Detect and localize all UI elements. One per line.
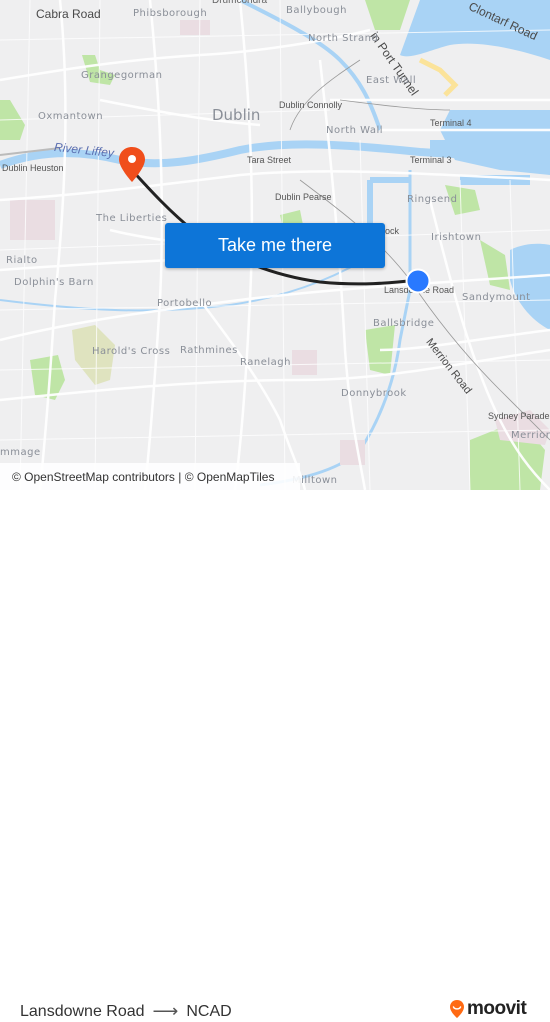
footer: Lansdowne Road ⟶ NCAD moovit — [0, 490, 550, 1021]
map-label-north-wall: North Wall — [326, 125, 384, 136]
map-label-donnybrook: Donnybrook — [341, 388, 407, 399]
map-label-terminal-4: Terminal 4 — [430, 118, 472, 128]
map-label-rialto: Rialto — [6, 255, 38, 266]
map-label-rathmines: Rathmines — [180, 345, 238, 356]
map-label-kimmage: mmage — [0, 447, 41, 458]
route-origin: Lansdowne Road — [20, 1002, 145, 1020]
map-label-dublin-heuston: Dublin Heuston — [2, 163, 64, 173]
map-label-drumcondra: Drumcondra — [212, 0, 268, 6]
map-label-terminal-3: Terminal 3 — [410, 155, 452, 165]
map-label-cabra-road: Cabra Road — [36, 7, 101, 21]
map-label-tara-street: Tara Street — [247, 155, 292, 165]
map-label-phibsborough: Phibsborough — [133, 8, 208, 19]
map-label-sandymount: Sandymount — [462, 292, 531, 303]
map-label-portobello: Portobello — [157, 298, 213, 309]
map-label-ringsend: Ringsend — [407, 194, 458, 205]
moovit-pin-icon — [450, 1000, 464, 1018]
map-label-east-wall: East Wall — [366, 75, 417, 86]
map-label-oxmantown: Oxmantown — [38, 111, 104, 122]
map-label-harolds-cross: Harold's Cross — [92, 346, 171, 357]
route-destination: NCAD — [186, 1002, 232, 1020]
destination-pin-icon[interactable] — [118, 146, 146, 184]
map-label-north-strand: North Strand — [308, 33, 379, 44]
arrow-right-icon: ⟶ — [152, 1001, 179, 1021]
map-label-the-liberties: The Liberties — [96, 213, 168, 224]
map-label-dublin-connolly: Dublin Connolly — [279, 100, 343, 110]
map-label-dolphins-barn: Dolphin's Barn — [14, 277, 94, 288]
moovit-wordmark: moovit — [467, 998, 527, 1019]
route-title: Lansdowne Road ⟶ NCAD — [20, 1001, 232, 1022]
map-label-merrion: Merrion — [511, 430, 550, 441]
map-label-ranelagh: Ranelagh — [240, 357, 291, 368]
map-label-ballsbridge: Ballsbridge — [373, 318, 435, 329]
map-label-dublin: Dublin — [212, 106, 261, 124]
moovit-logo[interactable]: moovit — [449, 998, 527, 1020]
map[interactable]: Cabra Road Phibsborough Drumcondra Bally… — [0, 0, 550, 490]
map-label-sydney-parade: Sydney Parade — [488, 411, 550, 421]
map-label-grangegorman: Grangegorman — [81, 70, 163, 81]
map-label-irishtown: Irishtown — [431, 232, 482, 243]
take-me-there-button[interactable]: Take me there — [165, 223, 385, 268]
map-label-ballybough: Ballybough — [286, 5, 347, 16]
map-label-dublin-pearse: Dublin Pearse — [275, 192, 332, 202]
map-attribution[interactable]: © OpenStreetMap contributors | © OpenMap… — [0, 463, 300, 490]
map-label-grand-canal-dock: ock — [385, 226, 400, 236]
origin-marker-icon[interactable] — [405, 268, 431, 294]
